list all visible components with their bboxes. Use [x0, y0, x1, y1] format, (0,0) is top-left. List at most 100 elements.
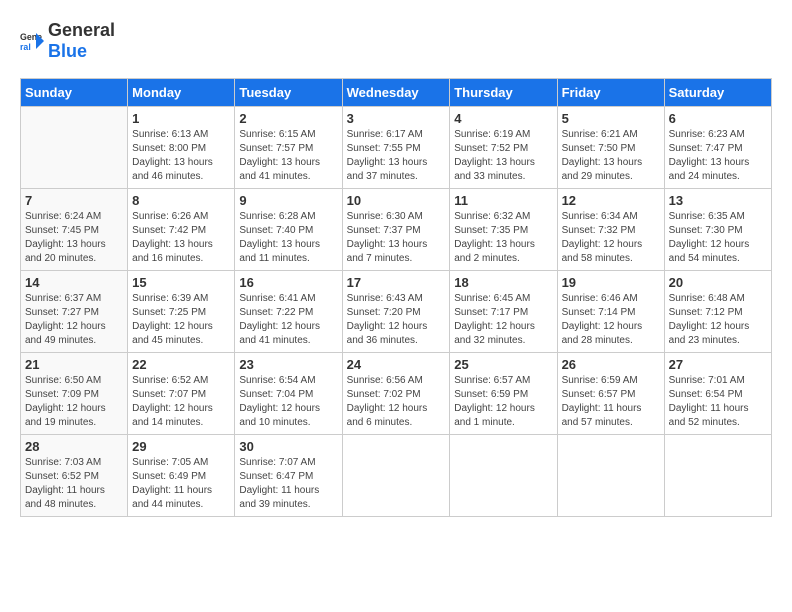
day-number: 3 [347, 111, 446, 126]
calendar-cell: 14Sunrise: 6:37 AMSunset: 7:27 PMDayligh… [21, 271, 128, 353]
calendar-header-row: SundayMondayTuesdayWednesdayThursdayFrid… [21, 79, 772, 107]
logo-text-blue: Blue [48, 41, 87, 61]
day-content: Sunrise: 7:03 AMSunset: 6:52 PMDaylight:… [25, 456, 123, 512]
calendar-cell: 17 Sunrise: 6:43 AMSunset: 7:20 PMDayligh… [342, 271, 450, 353]
day-content: Sunrise: 7:05 AMSunset: 6:49 PMDaylight:… [132, 456, 230, 512]
day-content: Sunrise: 6:54 AMSunset: 7:04 PMDaylight:… [239, 374, 337, 430]
day-number: 5 [562, 111, 660, 126]
day-content: Sunrise: 6:15 AMSunset: 7:57 PMDaylight:… [239, 128, 337, 184]
day-content: Sunrise: 6:21 AMSunset: 7:50 PMDaylight:… [562, 128, 660, 184]
day-number: 8 [132, 193, 230, 208]
calendar-cell: 18 Sunrise: 6:45 AMSunset: 7:17 PMDayligh… [450, 271, 557, 353]
day-number: 20 [669, 275, 767, 290]
day-number: 14 [25, 275, 123, 290]
logo-icon: Gene ral [20, 29, 44, 53]
day-number: 9 [239, 193, 337, 208]
day-number: 11 [454, 193, 552, 208]
day-content: Sunrise: 6:39 AMSunset: 7:25 PMDaylight:… [132, 292, 230, 348]
day-content: Sunrise: 6:17 AMSunset: 7:55 PMDaylight:… [347, 128, 446, 184]
calendar-body: 1 Sunrise: 6:13 AMSunset: 8:00 PMDaylight… [21, 107, 772, 517]
day-content: Sunrise: 6:30 AMSunset: 7:37 PMDaylight:… [347, 210, 446, 266]
day-number: 19 [562, 275, 660, 290]
header-thursday: Thursday [450, 79, 557, 107]
page-header: Gene ral General Blue [20, 20, 772, 62]
day-content: Sunrise: 7:01 AMSunset: 6:54 PMDaylight:… [669, 374, 767, 430]
day-number: 7 [25, 193, 123, 208]
calendar-week-5: 28 Sunrise: 7:03 AMSunset: 6:52 PMDayligh… [21, 435, 772, 517]
calendar-cell: 2 Sunrise: 6:15 AMSunset: 7:57 PMDaylight… [235, 107, 342, 189]
day-number: 16 [239, 275, 337, 290]
calendar-cell: 5 Sunrise: 6:21 AMSunset: 7:50 PMDaylight… [557, 107, 664, 189]
calendar-cell [664, 435, 771, 517]
day-number: 17 [347, 275, 446, 290]
day-content: Sunrise: 6:34 AMSunset: 7:32 PMDaylight:… [562, 210, 660, 266]
calendar-week-1: 1 Sunrise: 6:13 AMSunset: 8:00 PMDaylight… [21, 107, 772, 189]
header-saturday: Saturday [664, 79, 771, 107]
calendar-cell: 25Sunrise: 6:57 AMSunset: 6:59 PMDayligh… [450, 353, 557, 435]
calendar-week-2: 7 Sunrise: 6:24 AMSunset: 7:45 PMDaylight… [21, 189, 772, 271]
calendar-cell: 8 Sunrise: 6:26 AMSunset: 7:42 PMDaylight… [128, 189, 235, 271]
header-monday: Monday [128, 79, 235, 107]
calendar-cell: 21Sunrise: 6:50 AMSunset: 7:09 PMDayligh… [21, 353, 128, 435]
day-content: Sunrise: 6:43 AMSunset: 7:20 PMDaylight:… [347, 292, 446, 348]
logo: Gene ral General Blue [20, 20, 115, 62]
calendar-cell: 23 Sunrise: 6:54 AMSunset: 7:04 PMDayligh… [235, 353, 342, 435]
day-content: Sunrise: 6:13 AMSunset: 8:00 PMDaylight:… [132, 128, 230, 184]
calendar-cell: 20 Sunrise: 6:48 AMSunset: 7:12 PMDayligh… [664, 271, 771, 353]
calendar-cell: 16 Sunrise: 6:41 AMSunset: 7:22 PMDayligh… [235, 271, 342, 353]
calendar-cell: 27Sunrise: 7:01 AMSunset: 6:54 PMDayligh… [664, 353, 771, 435]
day-number: 21 [25, 357, 123, 372]
day-content: Sunrise: 6:24 AMSunset: 7:45 PMDaylight:… [25, 210, 123, 266]
day-content: Sunrise: 6:26 AMSunset: 7:42 PMDaylight:… [132, 210, 230, 266]
calendar-cell [21, 107, 128, 189]
calendar-week-3: 14Sunrise: 6:37 AMSunset: 7:27 PMDayligh… [21, 271, 772, 353]
day-number: 18 [454, 275, 552, 290]
day-content: Sunrise: 6:48 AMSunset: 7:12 PMDaylight:… [669, 292, 767, 348]
header-sunday: Sunday [21, 79, 128, 107]
calendar-cell [557, 435, 664, 517]
day-number: 26 [562, 357, 660, 372]
day-number: 4 [454, 111, 552, 126]
calendar-cell: 6 Sunrise: 6:23 AMSunset: 7:47 PMDaylight… [664, 107, 771, 189]
day-content: Sunrise: 6:23 AMSunset: 7:47 PMDaylight:… [669, 128, 767, 184]
calendar-cell: 15 Sunrise: 6:39 AMSunset: 7:25 PMDayligh… [128, 271, 235, 353]
calendar-cell: 26Sunrise: 6:59 AMSunset: 6:57 PMDayligh… [557, 353, 664, 435]
logo-text-general: General [48, 20, 115, 40]
day-content: Sunrise: 6:32 AMSunset: 7:35 PMDaylight:… [454, 210, 552, 266]
header-tuesday: Tuesday [235, 79, 342, 107]
day-number: 23 [239, 357, 337, 372]
day-number: 28 [25, 439, 123, 454]
day-number: 10 [347, 193, 446, 208]
day-content: Sunrise: 7:07 AMSunset: 6:47 PMDaylight:… [239, 456, 337, 512]
day-number: 2 [239, 111, 337, 126]
header-wednesday: Wednesday [342, 79, 450, 107]
day-number: 1 [132, 111, 230, 126]
day-content: Sunrise: 6:45 AMSunset: 7:17 PMDaylight:… [454, 292, 552, 348]
day-number: 6 [669, 111, 767, 126]
day-content: Sunrise: 6:35 AMSunset: 7:30 PMDaylight:… [669, 210, 767, 266]
calendar-cell: 12 Sunrise: 6:34 AMSunset: 7:32 PMDayligh… [557, 189, 664, 271]
calendar-cell: 10 Sunrise: 6:30 AMSunset: 7:37 PMDayligh… [342, 189, 450, 271]
day-content: Sunrise: 6:28 AMSunset: 7:40 PMDaylight:… [239, 210, 337, 266]
calendar-cell: 11 Sunrise: 6:32 AMSunset: 7:35 PMDayligh… [450, 189, 557, 271]
calendar-cell [342, 435, 450, 517]
calendar-cell: 24Sunrise: 6:56 AMSunset: 7:02 PMDayligh… [342, 353, 450, 435]
day-content: Sunrise: 6:52 AMSunset: 7:07 PMDaylight:… [132, 374, 230, 430]
day-content: Sunrise: 6:19 AMSunset: 7:52 PMDaylight:… [454, 128, 552, 184]
day-content: Sunrise: 6:41 AMSunset: 7:22 PMDaylight:… [239, 292, 337, 348]
calendar-cell: 4 Sunrise: 6:19 AMSunset: 7:52 PMDaylight… [450, 107, 557, 189]
calendar-cell: 1 Sunrise: 6:13 AMSunset: 8:00 PMDaylight… [128, 107, 235, 189]
calendar-cell: 13 Sunrise: 6:35 AMSunset: 7:30 PMDayligh… [664, 189, 771, 271]
day-number: 15 [132, 275, 230, 290]
calendar-cell: 9 Sunrise: 6:28 AMSunset: 7:40 PMDaylight… [235, 189, 342, 271]
day-number: 30 [239, 439, 337, 454]
day-number: 13 [669, 193, 767, 208]
day-number: 24 [347, 357, 446, 372]
calendar-cell: 22 Sunrise: 6:52 AMSunset: 7:07 PMDayligh… [128, 353, 235, 435]
calendar-week-4: 21Sunrise: 6:50 AMSunset: 7:09 PMDayligh… [21, 353, 772, 435]
day-number: 12 [562, 193, 660, 208]
calendar-cell: 29Sunrise: 7:05 AMSunset: 6:49 PMDayligh… [128, 435, 235, 517]
calendar-table: SundayMondayTuesdayWednesdayThursdayFrid… [20, 78, 772, 517]
day-number: 22 [132, 357, 230, 372]
calendar-cell: 3 Sunrise: 6:17 AMSunset: 7:55 PMDaylight… [342, 107, 450, 189]
